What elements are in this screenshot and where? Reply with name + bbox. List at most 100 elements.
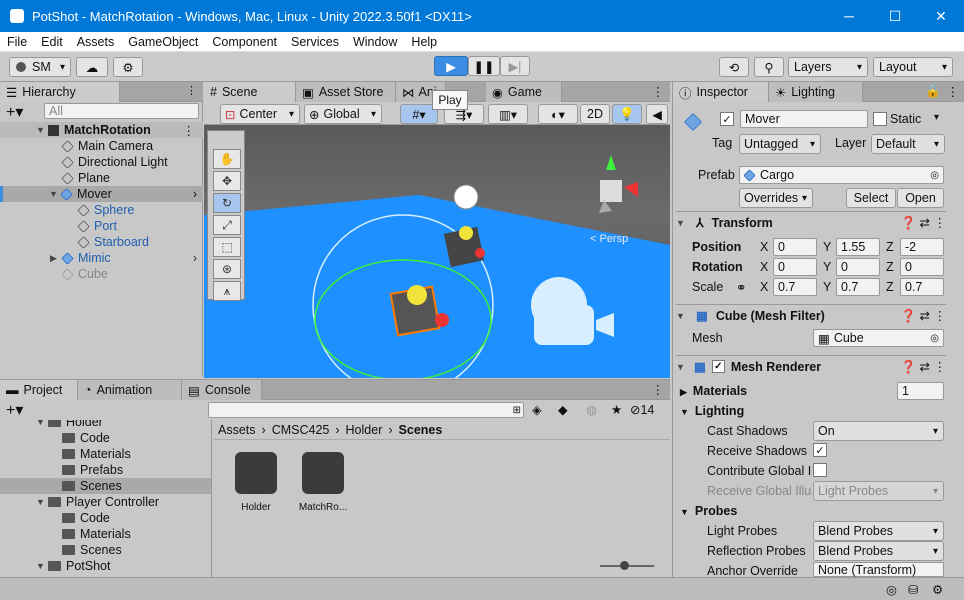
account-dropdown[interactable]: SM	[9, 57, 71, 77]
mesh-field[interactable]: ▦ Cube ◎	[813, 329, 944, 347]
layout-dropdown[interactable]: Layout	[873, 57, 953, 77]
anchor-override-field[interactable]: None (Transform)	[813, 562, 944, 577]
audio-toggle-button[interactable]: ◀	[646, 104, 668, 124]
object-picker-icon[interactable]: ◎	[930, 170, 939, 181]
position-y-input[interactable]: 1.55	[836, 238, 880, 256]
static-checkbox[interactable]	[873, 112, 887, 126]
folder-scenes-selected[interactable]: Scenes	[0, 478, 211, 494]
expand-arrow-icon[interactable]: ▼	[36, 561, 48, 571]
step-button[interactable]: ▶|	[500, 56, 530, 76]
reflection-probes-dropdown[interactable]: Blend Probes	[813, 541, 944, 561]
cache-icon[interactable]: ⛁	[908, 582, 918, 597]
hierarchy-item-sphere[interactable]: Sphere	[77, 202, 134, 218]
menu-help[interactable]: Help	[404, 35, 444, 49]
receive-shadows-checkbox[interactable]: ✓	[813, 443, 827, 457]
breadcrumb-assets[interactable]: Assets	[218, 423, 256, 437]
receive-gi-dropdown[interactable]: Light Probes	[813, 481, 944, 501]
hand-tool-button[interactable]: ✋	[213, 149, 241, 169]
scale-x-input[interactable]: 0.7	[773, 278, 817, 296]
filter-label-icon[interactable]: ◆	[558, 402, 568, 417]
tag-dropdown[interactable]: Untagged	[739, 134, 821, 154]
folder-materials[interactable]: Materials	[62, 526, 131, 542]
expand-arrow-icon[interactable]: ▼	[49, 189, 61, 199]
expand-arrow-icon[interactable]: ▼	[36, 125, 48, 135]
transform-tool-button[interactable]: ⊛	[213, 259, 241, 279]
breadcrumb-holder[interactable]: Holder	[346, 423, 383, 437]
settings-button[interactable]: ⚙	[113, 57, 143, 77]
pause-button[interactable]: ❚❚	[468, 56, 500, 76]
select-button[interactable]: Select	[846, 188, 896, 208]
position-z-input[interactable]: -2	[900, 238, 944, 256]
filter-type-icon[interactable]: ◈	[532, 402, 542, 417]
scale-tool-button[interactable]: ⤢	[213, 215, 241, 235]
folder-code[interactable]: Code	[62, 430, 110, 446]
hierarchy-scene-row[interactable]: ▼ MatchRotation ⋮	[0, 122, 203, 138]
mesh-filter-header[interactable]: ▼ ▦ Cube (Mesh Filter) ❓ ⇄ ⋮	[676, 304, 946, 326]
create-asset-button[interactable]: +▾	[6, 400, 23, 420]
tab-lighting[interactable]: ☀ Lighting	[769, 82, 863, 102]
progress-icon[interactable]: ◎	[886, 582, 897, 597]
toggle-2d-button[interactable]: 2D	[580, 104, 610, 124]
asset-holder-scene[interactable]: Holder	[232, 452, 280, 513]
hierarchy-item-mover[interactable]: ▼ Mover ›	[0, 186, 203, 202]
scale-y-input[interactable]: 0.7	[836, 278, 880, 296]
link-scale-icon[interactable]: ⚭	[736, 280, 746, 295]
chevron-right-icon[interactable]: ›	[193, 187, 197, 201]
hierarchy-item-directional-light[interactable]: Directional Light	[61, 154, 168, 170]
prefab-field[interactable]: Cargo ◎	[739, 166, 944, 184]
breadcrumb-scenes[interactable]: Scenes	[399, 423, 443, 437]
menu-window[interactable]: Window	[346, 35, 404, 49]
menu-edit[interactable]: Edit	[34, 35, 70, 49]
active-checkbox[interactable]: ✓	[720, 112, 734, 126]
tab-animation[interactable]: ◔ Animation	[78, 380, 182, 400]
expand-arrow-icon[interactable]: ▼	[676, 362, 688, 372]
close-button[interactable]: ✕	[918, 0, 964, 32]
contribute-gi-checkbox[interactable]	[813, 463, 827, 477]
scene-menu-icon[interactable]: ⋮	[183, 123, 196, 138]
kebab-menu-icon[interactable]: ⋮	[652, 84, 665, 99]
position-x-input[interactable]: 0	[773, 238, 817, 256]
collapse-arrow-icon[interactable]: ▶	[50, 253, 62, 264]
rotation-y-input[interactable]: 0	[836, 258, 880, 276]
perspective-label[interactable]: < Persp	[590, 233, 628, 245]
menu-file[interactable]: File	[0, 35, 34, 49]
menu-services[interactable]: Services	[284, 35, 346, 49]
tab-asset-store[interactable]: ▣ Asset Store	[296, 82, 396, 102]
menu-gameobject[interactable]: GameObject	[121, 35, 205, 49]
light-probes-dropdown[interactable]: Blend Probes	[813, 521, 944, 541]
kebab-menu-icon[interactable]: ⋮	[186, 84, 197, 97]
component-tools-icon[interactable]: ❓ ⇄ ⋮	[901, 359, 946, 375]
tab-inspector[interactable]: ⓘ Inspector	[673, 82, 769, 102]
layer-dropdown[interactable]: Default	[871, 134, 945, 154]
render-mode-button[interactable]: ▥▾	[488, 104, 528, 124]
asset-matchrotation-scene[interactable]: MatchRo...	[294, 452, 352, 513]
maximize-button[interactable]: ☐	[872, 0, 918, 32]
hierarchy-search-input[interactable]: All	[44, 103, 199, 119]
undo-history-button[interactable]: ⟲	[719, 57, 749, 77]
materials-foldout[interactable]: ▶ Materials	[680, 384, 747, 398]
scene-viewport[interactable]: < Persp ✋ ✥ ↻ ⤢ ⬚ ⊛ ⩚	[204, 125, 670, 378]
pivot-dropdown[interactable]: ⊡ Center	[220, 104, 300, 124]
favorite-star-icon[interactable]: ★	[611, 402, 622, 417]
object-name-input[interactable]: Mover	[740, 110, 868, 128]
tab-game[interactable]: ◉ Game	[486, 82, 562, 102]
shading-mode-button[interactable]: ◐▾	[538, 104, 578, 124]
component-tools-icon[interactable]: ❓ ⇄ ⋮	[901, 308, 946, 324]
menu-assets[interactable]: Assets	[70, 35, 122, 49]
minimize-button[interactable]: ─	[826, 0, 872, 32]
breadcrumb-cmsc425[interactable]: CMSC425	[272, 423, 330, 437]
search-settings-icon[interactable]: ⊞	[513, 405, 521, 416]
folder-player-controller[interactable]: ▼ Player Controller	[36, 494, 159, 510]
open-button[interactable]: Open	[897, 188, 944, 208]
tab-project[interactable]: ▬ Project	[0, 380, 78, 400]
hierarchy-item-starboard[interactable]: Starboard	[77, 234, 149, 250]
folder-potshot[interactable]: ▼ PotShot	[36, 558, 110, 574]
object-picker-icon[interactable]: ◎	[930, 333, 939, 344]
hierarchy-item-main-camera[interactable]: Main Camera	[61, 138, 153, 154]
space-dropdown[interactable]: ⊕ Global	[304, 104, 382, 124]
probes-foldout[interactable]: ▼ Probes	[680, 504, 737, 518]
tab-hierarchy[interactable]: ☰ Hierarchy	[0, 82, 120, 102]
play-button[interactable]: ▶	[434, 56, 468, 76]
kebab-menu-icon[interactable]: ⋮	[652, 382, 665, 397]
move-tool-button[interactable]: ✥	[213, 171, 241, 191]
